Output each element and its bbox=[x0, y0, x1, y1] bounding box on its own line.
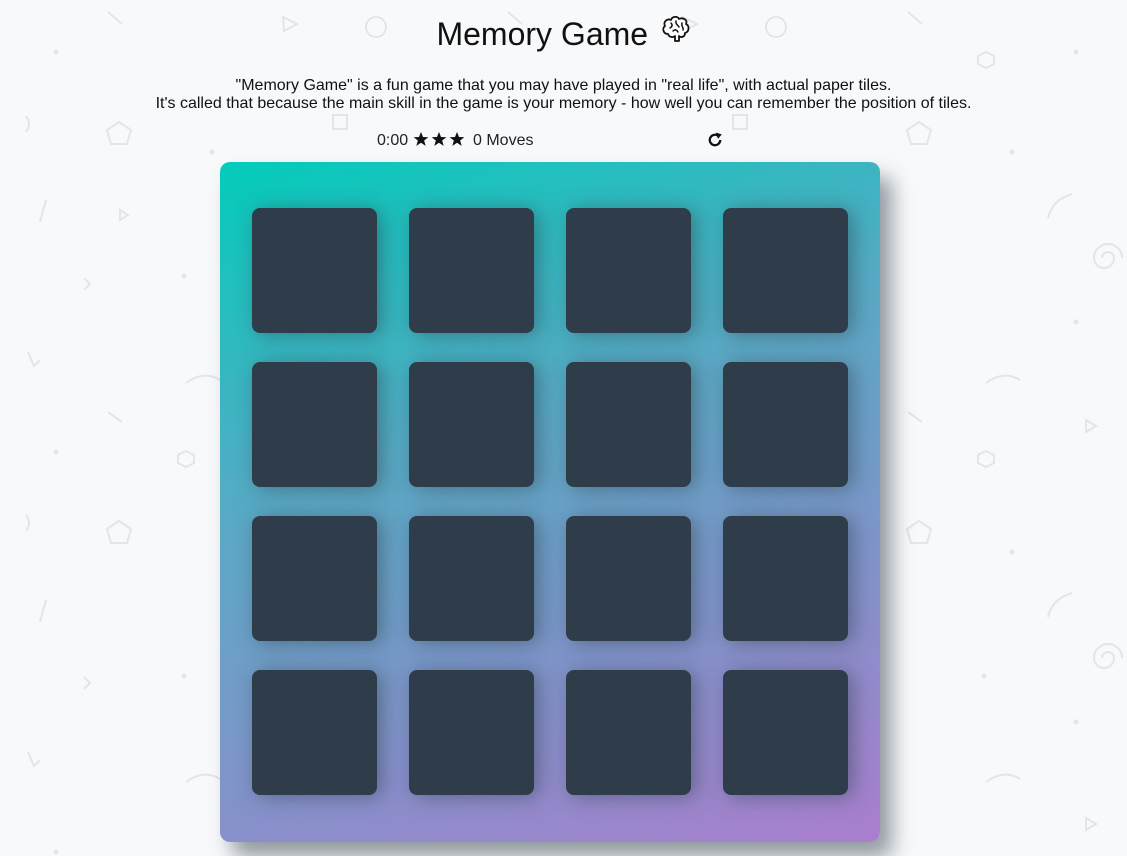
memory-card[interactable] bbox=[723, 362, 848, 487]
game-description: "Memory Game" is a fun game that you may… bbox=[0, 77, 1127, 113]
star-icon bbox=[413, 132, 429, 146]
memory-card[interactable] bbox=[252, 516, 377, 641]
brain-icon bbox=[661, 15, 689, 42]
memory-card[interactable] bbox=[723, 516, 848, 641]
memory-card[interactable] bbox=[252, 208, 377, 333]
memory-card[interactable] bbox=[566, 670, 691, 795]
memory-card[interactable] bbox=[409, 208, 534, 333]
memory-card[interactable] bbox=[723, 670, 848, 795]
star-icon bbox=[449, 132, 465, 146]
score-panel: 0:00 0 Moves bbox=[377, 130, 727, 152]
restart-icon[interactable] bbox=[706, 131, 724, 149]
header: Memory Game bbox=[0, 15, 1127, 53]
description-line-2: It's called that because the main skill … bbox=[155, 95, 972, 112]
memory-card[interactable] bbox=[252, 670, 377, 795]
memory-card[interactable] bbox=[409, 362, 534, 487]
description-line-1: "Memory Game" is a fun game that you may… bbox=[235, 77, 892, 94]
timer: 0:00 bbox=[377, 132, 409, 149]
moves-counter: 0 Moves bbox=[473, 132, 534, 149]
memory-card[interactable] bbox=[723, 208, 848, 333]
star-rating bbox=[413, 131, 465, 147]
memory-card[interactable] bbox=[566, 208, 691, 333]
memory-game-page: Memory Game "Memory Game" is a fun game … bbox=[0, 0, 1127, 856]
star-icon bbox=[431, 132, 447, 146]
card-deck bbox=[220, 162, 880, 842]
memory-card[interactable] bbox=[409, 516, 534, 641]
page-title: Memory Game bbox=[436, 16, 649, 52]
memory-card[interactable] bbox=[566, 516, 691, 641]
memory-card[interactable] bbox=[409, 670, 534, 795]
memory-card[interactable] bbox=[252, 362, 377, 487]
memory-card[interactable] bbox=[566, 362, 691, 487]
